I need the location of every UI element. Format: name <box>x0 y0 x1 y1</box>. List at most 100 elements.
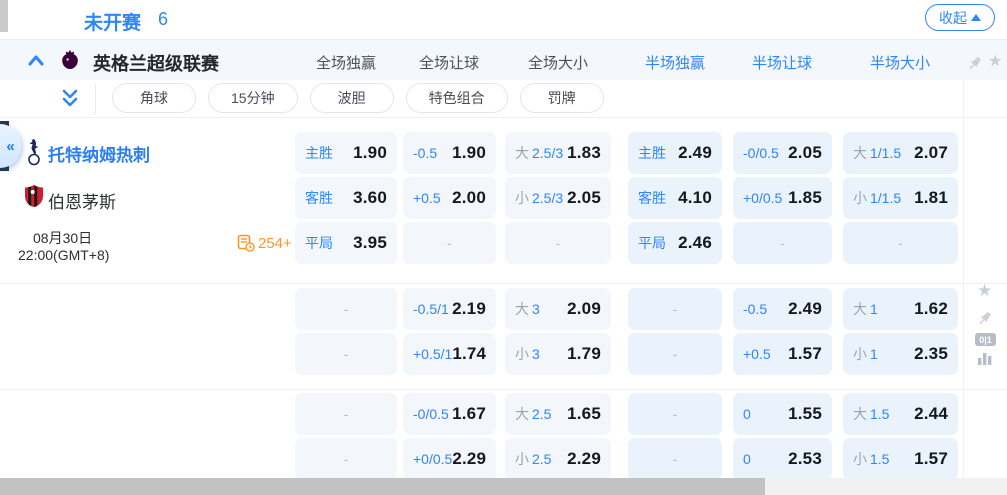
selection-label: 客胜 <box>638 188 666 208</box>
odds-value: 2.05 <box>788 143 822 163</box>
odds-value: 2.29 <box>567 449 601 469</box>
odds-value: 1.65 <box>567 404 601 424</box>
pin-icon[interactable] <box>968 56 983 72</box>
collapse-all-button[interactable]: 收起 <box>925 4 995 31</box>
odds-cell[interactable]: 小1 2.35 <box>843 333 958 375</box>
selection-label: 客胜 <box>305 188 333 208</box>
star-icon[interactable]: ★ <box>988 51 1002 71</box>
selection-label: 平局 <box>305 233 333 253</box>
market-header-ht-handicap[interactable]: 半场让球 <box>734 52 830 73</box>
odds-cell[interactable]: -0.51.90 <box>403 132 496 174</box>
odds-cell[interactable]: 客胜 4.10 <box>628 177 722 219</box>
odds-cell[interactable]: 大1.5 2.44 <box>843 393 958 435</box>
odds-cell[interactable]: 小2.5 2.29 <box>505 438 611 480</box>
odds-cell[interactable]: 平局2.46 <box>628 222 722 264</box>
odds-cell[interactable]: 01.55 <box>733 393 832 435</box>
odds-cell[interactable]: 大32.09 <box>505 288 611 330</box>
odds-cell[interactable]: 客胜3.60 <box>295 177 397 219</box>
odds-cell[interactable]: 02.53 <box>733 438 832 480</box>
tab-correct-score[interactable]: 波胆 <box>310 83 394 113</box>
selection-label: 主胜 <box>305 143 333 163</box>
odds-value: 2.29 <box>452 449 486 469</box>
chevron-up-icon[interactable] <box>27 53 45 67</box>
tab-corners[interactable]: 角球 <box>112 83 196 113</box>
market-header-ft-1x2[interactable]: 全场独赢 <box>298 52 394 73</box>
odds-cell-empty: - <box>295 333 397 375</box>
ou-direction-label: 大 <box>515 299 529 319</box>
odds-cell[interactable]: 主胜2.49 <box>628 132 722 174</box>
selection-label: 1 <box>870 346 878 362</box>
home-team-crest-icon <box>24 138 44 166</box>
odds-cell[interactable]: 主胜1.90 <box>295 132 397 174</box>
market-header-ft-handicap[interactable]: 全场让球 <box>401 52 497 73</box>
market-tabs: 角球 15分钟 波胆 特色组合 罚牌 <box>112 83 604 113</box>
odds-cell[interactable]: 小2.5/32.05 <box>505 177 611 219</box>
selection-label: +0.5 <box>413 190 441 206</box>
tab-specials[interactable]: 特色组合 <box>406 83 508 113</box>
divider <box>0 117 1007 118</box>
odds-cell[interactable]: +0/0.52.29 <box>403 438 496 480</box>
odds-cell[interactable]: 大1/1.52.07 <box>843 132 958 174</box>
stats-bars-icon[interactable] <box>977 351 993 365</box>
match-count: 6 <box>158 9 168 30</box>
odds-cell[interactable]: 小1.51.57 <box>843 438 958 480</box>
odds-value: 4.10 <box>678 188 712 208</box>
odds-cell[interactable]: -0.52.49 <box>733 288 832 330</box>
expand-sidebar-handle[interactable]: « <box>0 124 21 168</box>
odds-cell[interactable]: -0/0.51.67 <box>403 393 496 435</box>
market-header-ht-ou[interactable]: 半场大小 <box>852 52 948 73</box>
odds-cell[interactable]: 小1/1.51.81 <box>843 177 958 219</box>
odds-value: 1.62 <box>914 299 948 319</box>
league-name[interactable]: 英格兰超级联赛 <box>93 50 219 76</box>
selection-label: 1.5 <box>870 451 889 467</box>
odds-cell[interactable]: 大2.51.65 <box>505 393 611 435</box>
horizontal-scrollbar-thumb[interactable] <box>0 478 765 495</box>
odds-cell[interactable]: +0.52.00 <box>403 177 496 219</box>
left-scrollbar-thumb[interactable] <box>0 0 8 32</box>
odds-cell[interactable]: -0.5/12.19 <box>403 288 496 330</box>
ou-direction-label: 大 <box>853 404 867 424</box>
odds-cell[interactable]: -0/0.52.05 <box>733 132 832 174</box>
selection-label: -0.5 <box>743 301 767 317</box>
away-team-name[interactable]: 伯恩茅斯 <box>48 188 116 213</box>
selection-label: 1 <box>870 301 878 317</box>
ou-direction-label: 小 <box>515 188 529 208</box>
market-header-ft-ou[interactable]: 全场大小 <box>510 52 606 73</box>
home-team-name[interactable]: 托特纳姆热刺 <box>48 141 150 166</box>
odds-cell[interactable]: +0/0.51.85 <box>733 177 832 219</box>
selection-label: -0.5 <box>413 145 437 161</box>
odds-cell[interactable]: 大2.5/31.83 <box>505 132 611 174</box>
selection-label: 2.5 <box>532 451 551 467</box>
odds-value: 1.74 <box>452 344 486 364</box>
ou-direction-label: 大 <box>515 404 529 424</box>
odds-value: 1.83 <box>567 143 601 163</box>
odds-cell[interactable]: 小31.79 <box>505 333 611 375</box>
odds-cell[interactable]: 大11.62 <box>843 288 958 330</box>
selection-label: +0/0.5 <box>413 451 452 467</box>
odds-value: 3.95 <box>353 233 387 253</box>
favorite-star-icon[interactable]: ★ <box>977 281 992 301</box>
ou-direction-label: 小 <box>853 344 867 364</box>
ou-direction-label: 小 <box>515 344 529 364</box>
pin-icon[interactable] <box>978 311 993 327</box>
ou-direction-label: 小 <box>515 449 529 469</box>
match-date: 08月30日 <box>33 228 92 248</box>
divider <box>963 80 964 478</box>
tab-cards[interactable]: 罚牌 <box>520 83 604 113</box>
selection-label: 1.5 <box>870 406 889 422</box>
selection-label: 1/1.5 <box>870 190 901 206</box>
collapse-all-label: 收起 <box>939 8 967 28</box>
tab-15min[interactable]: 15分钟 <box>208 83 298 113</box>
odds-cell[interactable]: +0.5/11.74 <box>403 333 496 375</box>
odds-cell[interactable]: +0.51.57 <box>733 333 832 375</box>
odds-cell-empty: - <box>295 393 397 435</box>
score-badge-icon[interactable]: 0|1 <box>975 333 996 346</box>
market-header-ht-1x2[interactable]: 半场独赢 <box>627 52 723 73</box>
double-chevron-down-icon[interactable] <box>59 87 81 111</box>
odds-cell[interactable]: 平局 3.95 <box>295 222 397 264</box>
odds-value: 1.79 <box>567 344 601 364</box>
odds-value: 2.35 <box>914 344 948 364</box>
ou-direction-label: 小 <box>853 188 867 208</box>
odds-value: 2.44 <box>914 404 948 424</box>
markets-list-icon <box>237 234 255 252</box>
